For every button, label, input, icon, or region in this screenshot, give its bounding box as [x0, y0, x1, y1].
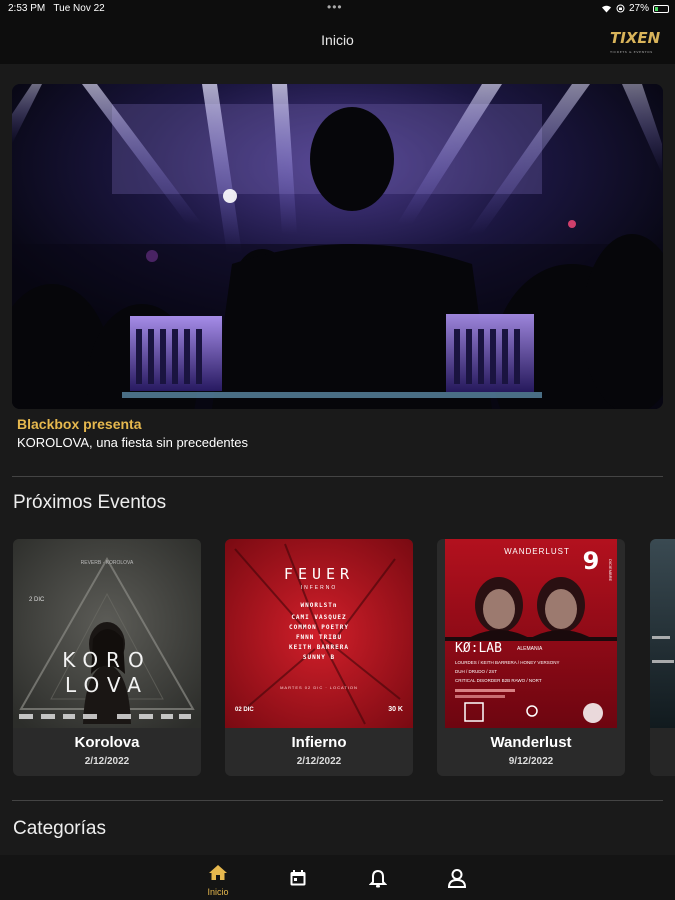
upcoming-events-title: Próximos Eventos [13, 492, 167, 513]
infierno-lineup-2: CAMI VASQUEZ [291, 614, 346, 621]
event-name: Korolova [74, 734, 140, 751]
wanderlust-poster-origin: ALEMANIA [517, 646, 543, 652]
infierno-poster-day: 02 DIC [235, 707, 254, 713]
infierno-poster-subtitle: INFERNO [301, 585, 338, 591]
event-card-wanderlust[interactable]: WANDERLUST 9 DICIEMBRE KØ:LAB ALEMANIA L… [437, 539, 625, 776]
wanderlust-poster-title: WANDERLUST [504, 547, 570, 556]
bell-icon [368, 869, 388, 888]
page-title: Inicio [321, 32, 354, 48]
section-divider [12, 476, 663, 477]
event-name: Wanderlust [490, 734, 572, 751]
tab-home-label: Inicio [207, 887, 229, 897]
korolova-poster-date: 2 DIC [29, 597, 45, 603]
categories-title: Categorías [13, 818, 106, 839]
infierno-lineup-1: WNORLSTn [301, 602, 338, 609]
top-navigation-bar: Inicio TIXEN TICKETS & EVENTOS [0, 18, 675, 64]
event-card-korolova[interactable]: REVERB · KOROLOVA 2 DIC KORO LOVA Korolo… [13, 539, 201, 776]
event-date: 2/12/2022 [296, 756, 342, 767]
wanderlust-support-1: LOURDES / KEITH BARRERA / HONEY VERSONY [455, 660, 559, 665]
event-card-infierno[interactable]: FEUER INFERNO WNORLSTn CAMI VASQUEZ COMM… [225, 539, 413, 776]
featured-event-subtitle: KOROLOVA, una fiesta sin precedentes [17, 435, 248, 450]
wanderlust-support-3: CRITICAL DISORDER B2B RAWO / NORT [455, 678, 542, 683]
battery-icon [653, 4, 669, 13]
user-icon [447, 869, 467, 888]
event-name: Infierno [291, 734, 347, 751]
wanderlust-poster-month: DICIEMBRE [608, 559, 613, 582]
event-poster-partial [650, 539, 675, 728]
infierno-lineup-6: SUNNY B [303, 654, 335, 661]
tab-home[interactable]: Inicio [198, 864, 238, 897]
featured-event-banner[interactable] [12, 84, 663, 409]
featured-event-brand[interactable]: Blackbox presenta [17, 416, 142, 432]
tixen-logo: TIXEN TICKETS & EVENTOS [610, 29, 661, 55]
korolova-poster-line2: LOVA [65, 673, 149, 697]
battery-percent: 27% [628, 3, 649, 14]
featured-event-image [12, 84, 663, 409]
korolova-poster-line1: KORO [62, 648, 151, 672]
section-divider [12, 800, 663, 801]
infierno-lineup-3: COMMON POETRY [289, 624, 349, 631]
calendar-icon [290, 870, 306, 886]
status-bar: 2:53 PM Tue Nov 22 ••• 27% [0, 0, 675, 18]
event-poster-infierno: FEUER INFERNO WNORLSTn CAMI VASQUEZ COMM… [225, 539, 413, 728]
tab-calendar[interactable] [278, 869, 318, 892]
wifi-icon [601, 5, 611, 13]
infierno-poster-footer: MARTES 02 DIC · LOCATION [280, 685, 358, 690]
event-date: 9/12/2022 [508, 756, 554, 767]
event-poster-korolova: REVERB · KOROLOVA 2 DIC KORO LOVA [13, 539, 201, 728]
korolova-poster-top-text: REVERB · KOROLOVA [81, 560, 134, 566]
tab-profile[interactable] [437, 868, 477, 893]
tab-notifications[interactable] [358, 869, 398, 893]
bottom-tab-bar: Inicio [0, 855, 675, 900]
status-time-date: 2:53 PM Tue Nov 22 [8, 3, 105, 14]
event-date: 2/12/2022 [84, 756, 130, 767]
wanderlust-poster-headliner: KØ:LAB [455, 641, 502, 656]
status-indicators: 27% [601, 3, 669, 14]
multitasking-dots-icon[interactable]: ••• [327, 0, 343, 14]
infierno-lineup-4: FNNN TRIBU [296, 634, 342, 641]
event-card-partial[interactable] [650, 539, 675, 776]
wanderlust-poster-day: 9 [583, 547, 600, 575]
infierno-poster-title: FEUER [284, 565, 354, 583]
event-poster-wanderlust: WANDERLUST 9 DICIEMBRE KØ:LAB ALEMANIA L… [445, 539, 617, 728]
home-icon [209, 865, 227, 880]
infierno-lineup-5: KEITH BARRERA [289, 644, 349, 651]
wanderlust-support-2: DUH / DRUDO / 2ST [455, 669, 497, 674]
orientation-lock-icon [616, 4, 625, 13]
infierno-poster-price: 30 K [388, 706, 403, 713]
